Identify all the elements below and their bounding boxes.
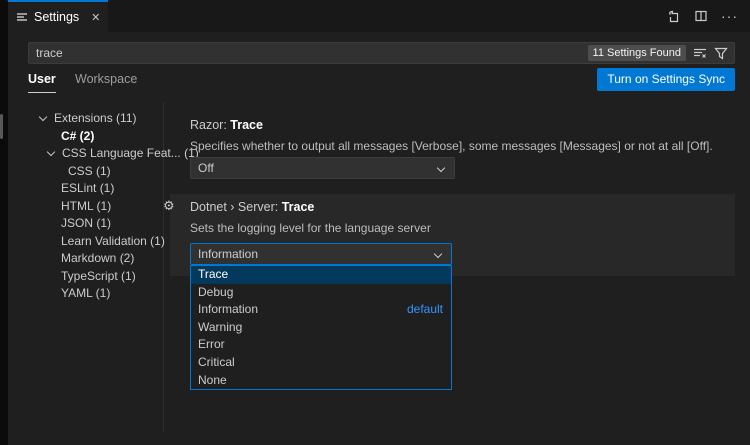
tab-settings[interactable]: Settings ✕ (8, 0, 108, 32)
setting-description-dotnet-server-trace: Sets the logging level for the language … (190, 221, 431, 235)
open-settings-json-icon[interactable] (666, 9, 681, 24)
tab-bar-actions: ··· (666, 0, 738, 32)
option-label: Warning (198, 319, 242, 337)
toc-label: C# (2) (61, 129, 94, 143)
toc-item-html[interactable]: HTML (1) (61, 197, 111, 215)
vscode-settings-window: Settings ✕ ··· 11 Sett (0, 0, 750, 445)
option-label: Trace (198, 266, 228, 284)
search-input[interactable] (29, 43, 588, 63)
tab-title: Settings (34, 10, 79, 24)
gear-icon[interactable]: ⚙ (163, 198, 175, 213)
toc-label: HTML (1) (61, 199, 111, 213)
toc-item-csharp[interactable]: C# (2) (61, 127, 94, 145)
option-warning[interactable]: Warning (191, 319, 451, 337)
window-left-edge (0, 0, 8, 445)
setting-title-dotnet-server-trace: Dotnet › Server: Trace (190, 200, 314, 214)
tab-workspace[interactable]: Workspace (75, 72, 137, 86)
chevron-down-icon (434, 250, 442, 258)
toc-item-markdown[interactable]: Markdown (2) (61, 249, 134, 267)
results-count-badge: 11 Settings Found (588, 45, 686, 61)
tab-user[interactable]: User (28, 72, 56, 93)
more-actions-icon[interactable]: ··· (721, 11, 738, 21)
option-none[interactable]: None (191, 372, 451, 390)
setting-key: Trace (282, 200, 315, 214)
option-label: Debug (198, 284, 233, 302)
option-trace[interactable]: Trace (191, 266, 451, 284)
toc-item-css[interactable]: CSS (1) (68, 162, 111, 180)
toc-item-yaml[interactable]: YAML (1) (61, 284, 110, 302)
mini-scrollbar-thumb[interactable] (0, 114, 3, 139)
option-debug[interactable]: Debug (191, 284, 451, 302)
turn-on-settings-sync-button[interactable]: Turn on Settings Sync (597, 68, 735, 91)
option-label: Information (198, 301, 258, 319)
toc-label: ESLint (1) (61, 181, 114, 195)
toc-item-extensions[interactable]: Extensions (11) (40, 109, 136, 127)
default-value-tag: default (407, 301, 443, 319)
toc-item-css-language-features[interactable]: CSS Language Feat... (1) (48, 144, 199, 162)
setting-description-razor-trace: Specifies whether to output all messages… (190, 139, 713, 153)
toc-item-typescript[interactable]: TypeScript (1) (61, 267, 136, 285)
search-controls: 11 Settings Found (588, 45, 734, 61)
toc-label: Extensions (11) (54, 111, 136, 125)
option-information[interactable]: Information default (191, 301, 451, 319)
settings-header-row: User Workspace Turn on Settings Sync (28, 70, 735, 96)
chevron-down-icon (39, 112, 47, 120)
toc-label: TypeScript (1) (61, 269, 136, 283)
settings-editor-icon (16, 11, 28, 23)
toc-item-eslint[interactable]: ESLint (1) (61, 179, 114, 197)
setting-category: Razor: (190, 118, 230, 132)
select-value: Off (198, 161, 214, 175)
toc-label: YAML (1) (61, 286, 110, 300)
chevron-down-icon (47, 147, 55, 155)
toc-label: CSS Language Feat... (1) (62, 146, 199, 160)
toc-label: JSON (1) (61, 216, 111, 230)
dropdown-options-list: Trace Debug Information default Warning … (190, 265, 452, 390)
toc-label: CSS (1) (68, 164, 111, 178)
close-icon[interactable]: ✕ (91, 11, 100, 24)
toc-item-json[interactable]: JSON (1) (61, 214, 111, 232)
chevron-down-icon (437, 164, 445, 172)
settings-search-box: 11 Settings Found (28, 42, 735, 64)
dotnet-server-trace-select[interactable]: Information (190, 243, 452, 265)
setting-title-razor-trace: Razor: Trace (190, 118, 263, 132)
razor-trace-select[interactable]: Off (190, 157, 455, 179)
toc-label: Learn Validation (1) (61, 234, 165, 248)
toc-label: Markdown (2) (61, 251, 134, 265)
option-error[interactable]: Error (191, 336, 451, 354)
option-label: Error (198, 336, 225, 354)
option-label: None (198, 372, 227, 390)
select-value: Information (198, 247, 258, 261)
split-editor-icon[interactable] (694, 9, 708, 23)
toc-item-learn-validation[interactable]: Learn Validation (1) (61, 232, 165, 250)
settings-toc: Extensions (11) C# (2) CSS Language Feat… (8, 108, 162, 308)
setting-key: Trace (230, 118, 263, 132)
filter-icon[interactable] (714, 47, 728, 60)
editor-tab-bar: Settings ✕ ··· (8, 0, 750, 32)
setting-category: Dotnet › Server: (190, 200, 282, 214)
option-critical[interactable]: Critical (191, 354, 451, 372)
option-label: Critical (198, 354, 235, 372)
clear-search-icon[interactable] (693, 46, 707, 60)
